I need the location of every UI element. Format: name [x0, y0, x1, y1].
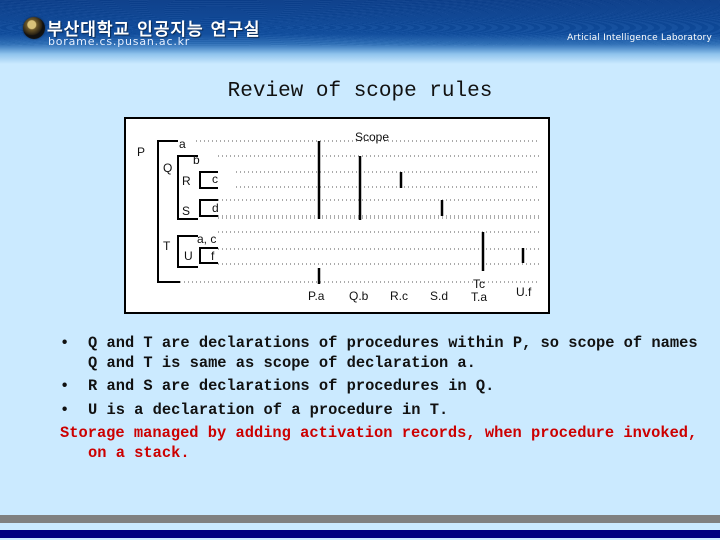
decl-label-d: d — [212, 201, 219, 215]
proc-label-s: S — [182, 204, 190, 218]
lab-english-name: Articial Intelligence Laboratory — [567, 33, 712, 43]
decl-label-a-c: a, c — [197, 232, 216, 246]
decl-label-c: c — [212, 172, 218, 186]
scope-heading: Scope — [355, 130, 389, 144]
university-seal-icon — [23, 17, 45, 39]
proc-label-t: T — [163, 239, 171, 253]
scope-diagram-svg: Scope P a Q b R c S d T a, c U f P.a Q.b… — [137, 130, 540, 304]
bullet-text: U is a declaration of a procedure in T. — [88, 400, 449, 419]
proc-label-r: R — [182, 174, 191, 188]
footer-bar-gray — [0, 515, 720, 523]
bullet-item: • R and S are declarations of procedures… — [60, 377, 700, 397]
dotted-lines — [176, 140, 540, 283]
scope-diagram: Scope P a Q b R c S d T a, c U f P.a Q.b… — [124, 117, 550, 314]
storage-note: Storage managed by adding activation rec… — [60, 424, 698, 462]
scope-bars — [317, 141, 525, 284]
scope-label-p-a: P.a — [308, 289, 325, 303]
scope-label-r-c: R.c — [390, 289, 408, 303]
scope-label-u-f: U.f — [516, 285, 532, 299]
bullet-dot: • — [60, 377, 70, 395]
bullet-dot: • — [60, 400, 70, 419]
bullet-item: • Q and T are declarations of procedures… — [60, 334, 700, 373]
slide-title: Review of scope rules — [227, 80, 493, 103]
proc-label-u: U — [184, 249, 193, 263]
bullet-item: • U is a declaration of a procedure in T… — [60, 401, 700, 421]
header-banner: 부산대학교 인공지능 연구실 borame.cs.pusan.ac.kr Art… — [0, 0, 720, 64]
decl-label-f: f — [211, 249, 215, 263]
bullet-dot: • — [60, 334, 70, 352]
proc-label-q: Q — [163, 161, 172, 175]
slide-body: • Q and T are declarations of procedures… — [60, 334, 700, 463]
lab-url: borame.cs.pusan.ac.kr — [48, 35, 191, 48]
bracket-u — [199, 247, 218, 264]
bullet-text: R and S are declarations of procedures i… — [88, 377, 495, 395]
bullet-text: Q and T are declarations of procedures w… — [88, 334, 698, 372]
scope-label-tc: Tc — [473, 277, 485, 291]
scope-label-t-a: T.a — [471, 290, 487, 304]
scope-label-q-b: Q.b — [349, 289, 369, 303]
decl-label-b: b — [193, 153, 200, 167]
decl-label-a: a — [179, 137, 186, 151]
footer-bar-navy — [0, 530, 720, 538]
proc-label-p: P — [137, 145, 145, 159]
scope-label-s-d: S.d — [430, 289, 448, 303]
